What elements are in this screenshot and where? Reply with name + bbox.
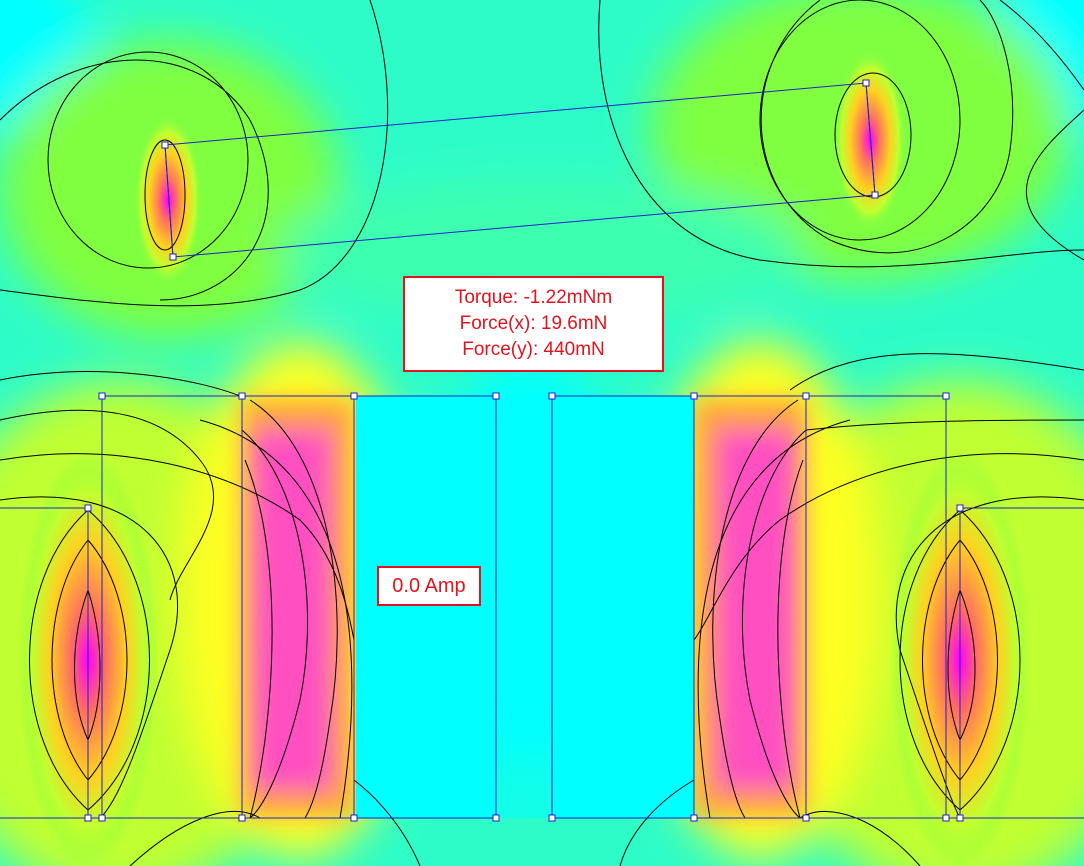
coil-current-label: 0.0 Amp	[377, 566, 481, 606]
torque-readout: Torque: -1.22mNm	[454, 287, 613, 308]
force-y-readout: Force(y): 440mN	[462, 339, 605, 360]
force-results-box: Torque: -1.22mNm Force(x): 19.6mN Force(…	[403, 276, 664, 372]
fem-field-plot: Torque: -1.22mNm Force(x): 19.6mN Force(…	[0, 0, 1084, 866]
flux-density-map	[0, 0, 1084, 866]
force-x-readout: Force(x): 19.6mN	[459, 313, 608, 334]
